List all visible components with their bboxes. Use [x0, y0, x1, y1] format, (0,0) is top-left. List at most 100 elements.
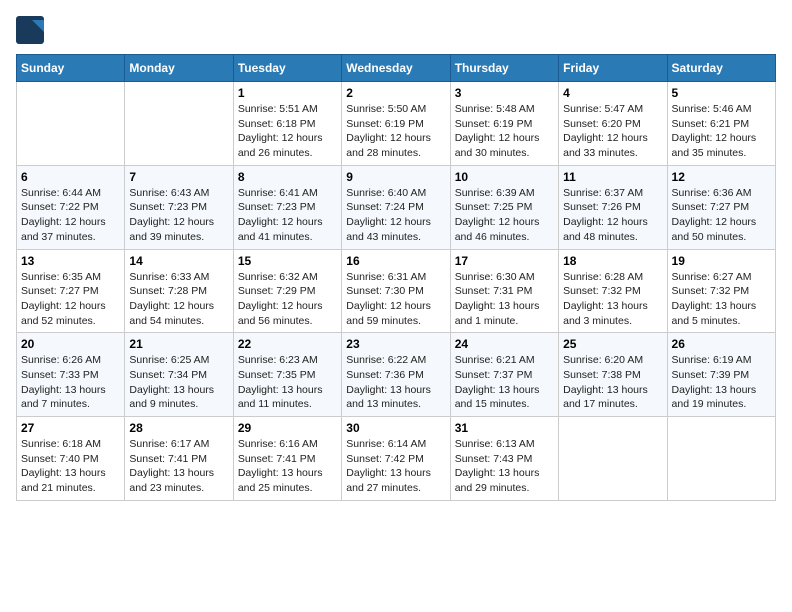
day-info: Sunrise: 5:50 AM Sunset: 6:19 PM Dayligh…	[346, 102, 445, 161]
calendar-cell: 22 Sunrise: 6:23 AM Sunset: 7:35 PM Dayli…	[233, 333, 341, 417]
calendar-cell: 12 Sunrise: 6:36 AM Sunset: 7:27 PM Dayli…	[667, 165, 775, 249]
calendar-week: 13 Sunrise: 6:35 AM Sunset: 7:27 PM Dayli…	[17, 249, 776, 333]
weekday-label: Sunday	[17, 55, 125, 82]
calendar-cell: 23 Sunrise: 6:22 AM Sunset: 7:36 PM Dayli…	[342, 333, 450, 417]
day-info: Sunrise: 5:46 AM Sunset: 6:21 PM Dayligh…	[672, 102, 771, 161]
day-number: 26	[672, 337, 771, 351]
day-info: Sunrise: 6:39 AM Sunset: 7:25 PM Dayligh…	[455, 186, 554, 245]
day-number: 31	[455, 421, 554, 435]
calendar-cell: 21Sunrise: 6:25 AM Sunset: 7:34 PM Dayli…	[125, 333, 233, 417]
calendar-cell: 19 Sunrise: 6:27 AM Sunset: 7:32 PM Dayli…	[667, 249, 775, 333]
calendar-cell: 7 Sunrise: 6:43 AM Sunset: 7:23 PM Daylig…	[125, 165, 233, 249]
calendar-cell: 9 Sunrise: 6:40 AM Sunset: 7:24 PM Daylig…	[342, 165, 450, 249]
calendar-cell: 18Sunrise: 6:28 AM Sunset: 7:32 PM Dayli…	[559, 249, 667, 333]
day-info: Sunrise: 6:16 AM Sunset: 7:41 PM Dayligh…	[238, 437, 337, 496]
calendar-cell: 20 Sunrise: 6:26 AM Sunset: 7:33 PM Dayli…	[17, 333, 125, 417]
day-info: Sunrise: 6:41 AM Sunset: 7:23 PM Dayligh…	[238, 186, 337, 245]
day-info: Sunrise: 6:19 AM Sunset: 7:39 PM Dayligh…	[672, 353, 771, 412]
day-info: Sunrise: 6:27 AM Sunset: 7:32 PM Dayligh…	[672, 270, 771, 329]
day-number: 16	[346, 254, 445, 268]
day-info: Sunrise: 6:37 AM Sunset: 7:26 PM Dayligh…	[563, 186, 662, 245]
calendar-week: 1Sunrise: 5:51 AM Sunset: 6:18 PM Daylig…	[17, 82, 776, 166]
day-number: 6	[21, 170, 120, 184]
calendar-cell: 17 Sunrise: 6:30 AM Sunset: 7:31 PM Dayli…	[450, 249, 558, 333]
weekday-label: Tuesday	[233, 55, 341, 82]
calendar-cell	[125, 82, 233, 166]
calendar-cell: 5Sunrise: 5:46 AM Sunset: 6:21 PM Daylig…	[667, 82, 775, 166]
day-number: 13	[21, 254, 120, 268]
weekday-label: Wednesday	[342, 55, 450, 82]
calendar-week: 27 Sunrise: 6:18 AM Sunset: 7:40 PM Dayli…	[17, 417, 776, 501]
calendar-cell: 16 Sunrise: 6:31 AM Sunset: 7:30 PM Dayli…	[342, 249, 450, 333]
calendar-cell: 13 Sunrise: 6:35 AM Sunset: 7:27 PM Dayli…	[17, 249, 125, 333]
day-info: Sunrise: 6:13 AM Sunset: 7:43 PM Dayligh…	[455, 437, 554, 496]
weekday-label: Saturday	[667, 55, 775, 82]
day-info: Sunrise: 5:48 AM Sunset: 6:19 PM Dayligh…	[455, 102, 554, 161]
day-number: 30	[346, 421, 445, 435]
weekday-header: SundayMondayTuesdayWednesdayThursdayFrid…	[17, 55, 776, 82]
day-number: 14	[129, 254, 228, 268]
day-number: 21	[129, 337, 228, 351]
day-info: Sunrise: 6:22 AM Sunset: 7:36 PM Dayligh…	[346, 353, 445, 412]
calendar-cell: 31 Sunrise: 6:13 AM Sunset: 7:43 PM Dayli…	[450, 417, 558, 501]
day-info: Sunrise: 6:40 AM Sunset: 7:24 PM Dayligh…	[346, 186, 445, 245]
calendar-cell: 27 Sunrise: 6:18 AM Sunset: 7:40 PM Dayli…	[17, 417, 125, 501]
day-number: 9	[346, 170, 445, 184]
day-info: Sunrise: 6:33 AM Sunset: 7:28 PM Dayligh…	[129, 270, 228, 329]
day-info: Sunrise: 6:28 AM Sunset: 7:32 PM Dayligh…	[563, 270, 662, 329]
day-number: 3	[455, 86, 554, 100]
day-number: 23	[346, 337, 445, 351]
day-number: 7	[129, 170, 228, 184]
day-number: 2	[346, 86, 445, 100]
day-info: Sunrise: 5:51 AM Sunset: 6:18 PM Dayligh…	[238, 102, 337, 161]
logo-icon	[16, 16, 44, 44]
day-number: 22	[238, 337, 337, 351]
logo	[16, 16, 48, 44]
day-info: Sunrise: 6:30 AM Sunset: 7:31 PM Dayligh…	[455, 270, 554, 329]
day-info: Sunrise: 6:32 AM Sunset: 7:29 PM Dayligh…	[238, 270, 337, 329]
calendar-cell: 29 Sunrise: 6:16 AM Sunset: 7:41 PM Dayli…	[233, 417, 341, 501]
calendar-cell: 24Sunrise: 6:21 AM Sunset: 7:37 PM Dayli…	[450, 333, 558, 417]
calendar-cell	[559, 417, 667, 501]
calendar-cell: 25 Sunrise: 6:20 AM Sunset: 7:38 PM Dayli…	[559, 333, 667, 417]
calendar-cell: 26 Sunrise: 6:19 AM Sunset: 7:39 PM Dayli…	[667, 333, 775, 417]
day-number: 24	[455, 337, 554, 351]
day-number: 12	[672, 170, 771, 184]
day-number: 20	[21, 337, 120, 351]
day-info: Sunrise: 6:23 AM Sunset: 7:35 PM Dayligh…	[238, 353, 337, 412]
calendar-cell: 2 Sunrise: 5:50 AM Sunset: 6:19 PM Daylig…	[342, 82, 450, 166]
day-number: 27	[21, 421, 120, 435]
calendar-cell: 3 Sunrise: 5:48 AM Sunset: 6:19 PM Daylig…	[450, 82, 558, 166]
calendar-cell: 8 Sunrise: 6:41 AM Sunset: 7:23 PM Daylig…	[233, 165, 341, 249]
day-info: Sunrise: 6:35 AM Sunset: 7:27 PM Dayligh…	[21, 270, 120, 329]
calendar-cell: 10 Sunrise: 6:39 AM Sunset: 7:25 PM Dayli…	[450, 165, 558, 249]
day-number: 11	[563, 170, 662, 184]
day-number: 19	[672, 254, 771, 268]
calendar-cell: 15Sunrise: 6:32 AM Sunset: 7:29 PM Dayli…	[233, 249, 341, 333]
day-info: Sunrise: 6:18 AM Sunset: 7:40 PM Dayligh…	[21, 437, 120, 496]
calendar-week: 20 Sunrise: 6:26 AM Sunset: 7:33 PM Dayli…	[17, 333, 776, 417]
calendar-cell: 1Sunrise: 5:51 AM Sunset: 6:18 PM Daylig…	[233, 82, 341, 166]
day-number: 8	[238, 170, 337, 184]
calendar-cell: 14 Sunrise: 6:33 AM Sunset: 7:28 PM Dayli…	[125, 249, 233, 333]
day-info: Sunrise: 6:36 AM Sunset: 7:27 PM Dayligh…	[672, 186, 771, 245]
calendar-cell: 30 Sunrise: 6:14 AM Sunset: 7:42 PM Dayli…	[342, 417, 450, 501]
day-number: 25	[563, 337, 662, 351]
calendar-cell	[17, 82, 125, 166]
day-info: Sunrise: 6:31 AM Sunset: 7:30 PM Dayligh…	[346, 270, 445, 329]
calendar: SundayMondayTuesdayWednesdayThursdayFrid…	[16, 54, 776, 501]
day-info: Sunrise: 6:43 AM Sunset: 7:23 PM Dayligh…	[129, 186, 228, 245]
weekday-label: Thursday	[450, 55, 558, 82]
day-number: 4	[563, 86, 662, 100]
calendar-cell: 11 Sunrise: 6:37 AM Sunset: 7:26 PM Dayli…	[559, 165, 667, 249]
day-info: Sunrise: 6:17 AM Sunset: 7:41 PM Dayligh…	[129, 437, 228, 496]
day-number: 28	[129, 421, 228, 435]
day-info: Sunrise: 6:26 AM Sunset: 7:33 PM Dayligh…	[21, 353, 120, 412]
calendar-cell: 28 Sunrise: 6:17 AM Sunset: 7:41 PM Dayli…	[125, 417, 233, 501]
day-number: 10	[455, 170, 554, 184]
day-number: 29	[238, 421, 337, 435]
day-info: Sunrise: 6:20 AM Sunset: 7:38 PM Dayligh…	[563, 353, 662, 412]
day-number: 17	[455, 254, 554, 268]
day-info: Sunrise: 6:14 AM Sunset: 7:42 PM Dayligh…	[346, 437, 445, 496]
calendar-cell: 4Sunrise: 5:47 AM Sunset: 6:20 PM Daylig…	[559, 82, 667, 166]
